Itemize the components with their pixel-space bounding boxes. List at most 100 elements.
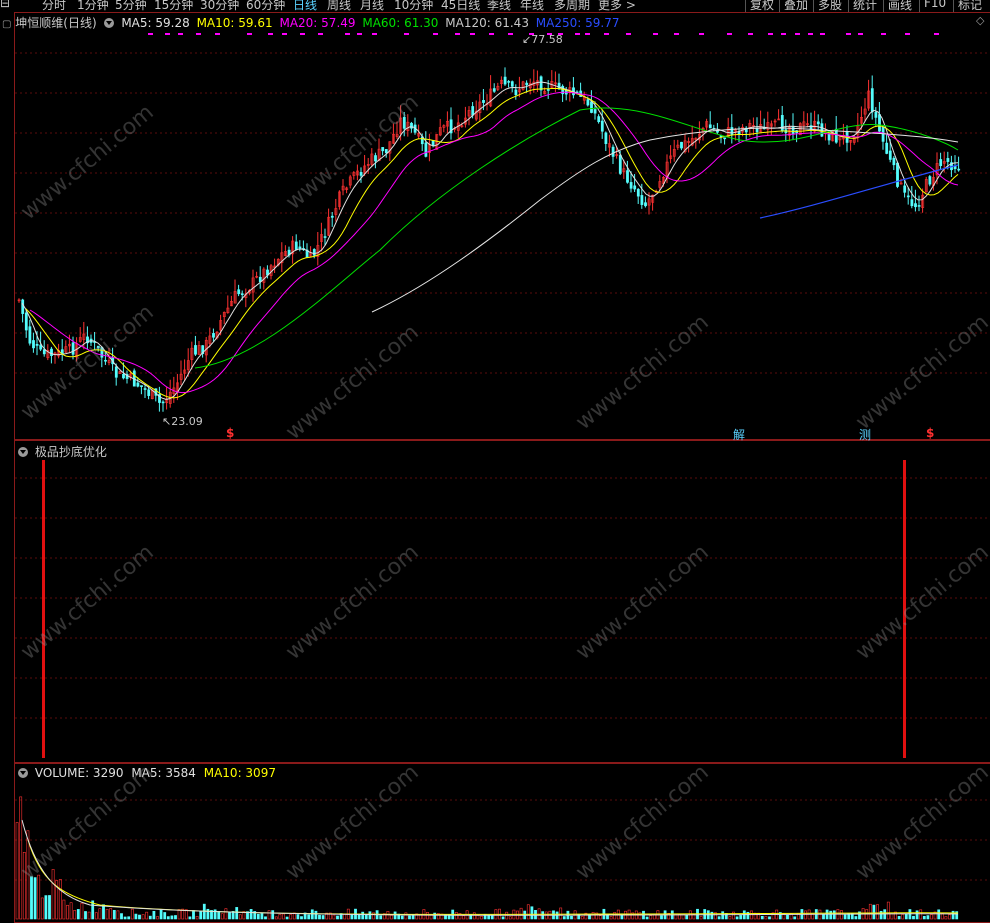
top-dash-marker [215, 33, 220, 35]
volume-bar [105, 909, 109, 920]
volume-bar [228, 912, 231, 920]
volume-bar [264, 916, 267, 920]
candle-body [237, 289, 241, 295]
volume-bar [314, 910, 318, 920]
candle-body [492, 88, 496, 92]
ma10-name: MA10: [196, 16, 235, 30]
volume-bar [19, 796, 23, 920]
candle-body [42, 349, 46, 355]
ma20-value: 57.49 [321, 16, 356, 30]
top-dash-marker [674, 33, 679, 35]
volume-bar [73, 910, 77, 920]
volume-bar [919, 909, 923, 920]
volume-bar [192, 910, 195, 920]
candle-body [618, 154, 622, 174]
candle-body [626, 170, 629, 183]
volume-bar [847, 913, 851, 920]
volume-bar [562, 916, 566, 920]
candle-body [723, 137, 727, 140]
top-dash-marker [881, 33, 886, 35]
volume-bar [33, 877, 37, 920]
top-dash-marker [148, 33, 153, 35]
candle-body [914, 203, 917, 208]
ma20-name: MA20: [279, 16, 318, 30]
top-dash-marker [604, 33, 609, 35]
dropdown-circle-icon[interactable] [104, 18, 115, 28]
collapse-square-icon[interactable]: ▢ [2, 19, 11, 30]
candle-body [298, 246, 302, 249]
volume-bar [832, 910, 836, 920]
volume-bar [649, 915, 653, 920]
volume-bar [721, 911, 725, 920]
signal-jie-badge: 解 [733, 428, 746, 442]
volume-bar [76, 909, 80, 920]
volume-bar [336, 915, 339, 920]
volume-bar [102, 904, 105, 920]
volume-bar [559, 907, 563, 920]
volume-bar [152, 910, 156, 920]
top-dash-marker [905, 33, 910, 35]
volume-bar [267, 910, 271, 920]
volume-bar [249, 909, 253, 920]
volume-bar [570, 915, 573, 920]
diamond-icon[interactable]: ◇ [976, 14, 984, 27]
volume-bar [170, 915, 174, 920]
top-dash-marker [820, 33, 825, 35]
candle-body [525, 82, 529, 86]
dropdown-circle-icon[interactable] [18, 768, 28, 778]
volume-ma10-line [27, 839, 959, 915]
top-dash-marker [268, 33, 273, 35]
top-dash-marker [282, 33, 287, 35]
candle-body [294, 241, 298, 250]
volume-bar [289, 914, 293, 920]
volume-bar [285, 916, 289, 920]
ma120-line [371, 127, 959, 313]
ma250-value: 59.77 [585, 16, 620, 30]
volume-value: VOLUME: 3290 [34, 766, 124, 780]
volume-bar [760, 915, 764, 920]
volume-bar [685, 914, 689, 920]
volume-bar [66, 904, 69, 920]
volume-bar [598, 915, 602, 920]
candle-body [593, 109, 597, 114]
top-dash-marker [470, 33, 475, 35]
volume-bar [768, 916, 771, 920]
volume-bar [922, 915, 926, 920]
volume-bar [127, 916, 131, 920]
dropdown-circle-icon[interactable] [18, 447, 28, 457]
candle-body [161, 401, 165, 404]
candle-body [143, 388, 147, 390]
top-dash-marker [768, 33, 773, 35]
candle-body [424, 142, 428, 157]
candle-body [240, 293, 244, 296]
volume-bar [501, 916, 505, 920]
candle-body [114, 366, 118, 378]
volume-bar [530, 906, 534, 920]
volume-bar [872, 904, 876, 920]
top-dash-marker [196, 33, 201, 35]
candle-body [906, 195, 910, 198]
candle-body [644, 202, 647, 207]
ma60-value: 61.30 [404, 16, 439, 30]
volume-bar [937, 909, 941, 920]
candle-body [755, 128, 759, 133]
volume-bar [926, 915, 930, 920]
candle-body [885, 142, 889, 154]
candle-body [878, 114, 881, 132]
volume-bar [120, 913, 123, 920]
volume-bar [166, 916, 170, 920]
top-dash-marker [455, 33, 460, 35]
volume-bar [897, 916, 901, 920]
volume-bar [390, 915, 393, 920]
volume-bar [184, 909, 188, 920]
ma5-value: 59.28 [155, 16, 190, 30]
volume-bar [717, 916, 721, 920]
candle-body [471, 106, 475, 116]
candle-body [24, 312, 28, 331]
top-dash-marker [372, 33, 377, 35]
candle-body [946, 158, 950, 162]
volume-bar [206, 908, 210, 920]
volume-bar [51, 869, 55, 920]
top-dash-marker [781, 33, 786, 35]
candle-body [816, 121, 820, 125]
